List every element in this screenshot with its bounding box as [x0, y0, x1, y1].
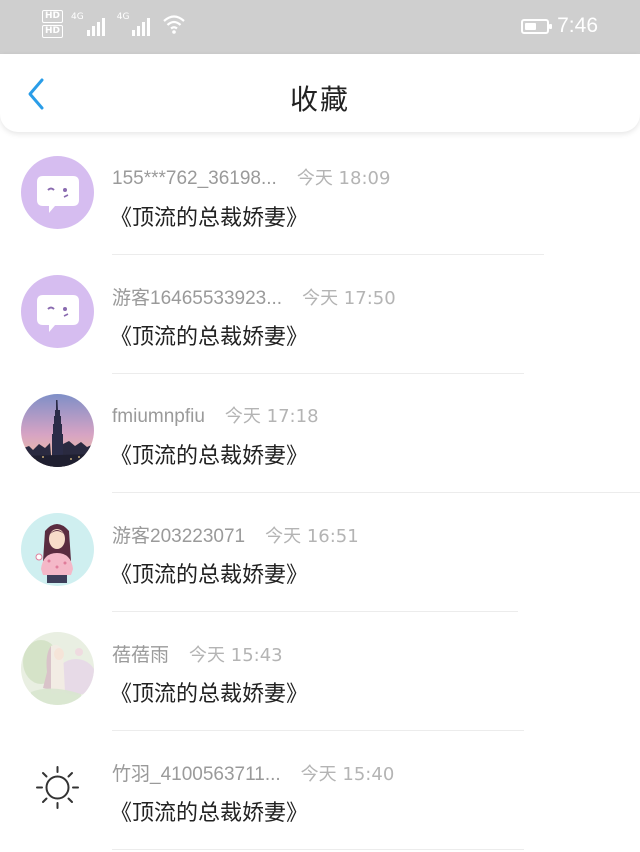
status-left: HD HD 4G 4G: [42, 10, 186, 38]
chat-bubble-avatar-icon: [21, 156, 94, 229]
book-title[interactable]: 《顶流的总裁娇妻》: [110, 557, 308, 589]
city-tower-avatar-icon: [21, 394, 94, 467]
user-name: fmiumnpfiu: [112, 406, 205, 427]
item-meta: 游客16465533923... 今天 17:50: [112, 283, 396, 310]
page-title: 收藏: [289, 83, 350, 116]
item-meta: fmiumnpfiu 今天 17:18: [112, 402, 319, 428]
avatar[interactable]: [21, 394, 94, 467]
chat-bubble-avatar-icon: [21, 275, 94, 348]
list-item[interactable]: 竹羽_4100563711... 今天 15:40 《顶流的总裁娇妻》: [0, 731, 640, 850]
user-name: 蓓蓓雨: [112, 645, 170, 666]
girl-illustration-avatar-icon: [21, 513, 94, 586]
status-bar: HD HD 4G 4G 7:46: [0, 0, 640, 54]
battery-level: [525, 22, 537, 30]
user-name: 游客203223071: [112, 526, 246, 547]
avatar[interactable]: [21, 275, 94, 348]
user-name: 155***762_36198...: [112, 168, 277, 189]
user-name: 竹羽_4100563711...: [112, 764, 281, 785]
hd-icon: HD HD: [42, 10, 64, 38]
item-time: 今天 16:51: [265, 526, 359, 547]
signal-label-2: 4G: [116, 12, 130, 22]
avatar[interactable]: [21, 632, 94, 705]
item-meta: 155***762_36198... 今天 18:09: [112, 164, 390, 190]
clock: 7:46: [557, 14, 598, 37]
watercolor-avatar-icon: [21, 632, 94, 705]
book-title[interactable]: 《顶流的总裁娇妻》: [110, 676, 308, 708]
list-item[interactable]: 155***762_36198... 今天 18:09 《顶流的总裁娇妻》: [0, 136, 640, 255]
item-meta: 游客203223071 今天 16:51: [112, 521, 359, 548]
item-time: 今天 17:50: [302, 288, 396, 309]
avatar[interactable]: [21, 751, 94, 824]
sun-icon: [21, 751, 94, 824]
avatar[interactable]: [21, 513, 94, 586]
item-time: 今天 15:40: [300, 764, 395, 785]
book-title[interactable]: 《顶流的总裁娇妻》: [110, 438, 308, 470]
list-item[interactable]: 蓓蓓雨 今天 15:43 《顶流的总裁娇妻》: [0, 612, 640, 731]
user-name: 游客16465533923...: [112, 288, 283, 309]
item-meta: 竹羽_4100563711... 今天 15:40: [112, 759, 394, 786]
book-title[interactable]: 《顶流的总裁娇妻》: [110, 795, 308, 827]
hd-label-1: HD: [42, 10, 64, 23]
favorites-list: 155***762_36198... 今天 18:09 《顶流的总裁娇妻》 游客…: [0, 136, 640, 850]
book-title[interactable]: 《顶流的总裁娇妻》: [110, 319, 308, 351]
battery-icon: [521, 18, 553, 34]
header-bar: 收藏: [0, 54, 640, 132]
item-time: 今天 15:43: [189, 645, 283, 666]
list-item[interactable]: fmiumnpfiu 今天 17:18 《顶流的总裁娇妻》: [0, 374, 640, 493]
item-time: 今天 18:09: [296, 168, 391, 189]
list-item[interactable]: 游客203223071 今天 16:51 《顶流的总裁娇妻》: [0, 493, 640, 612]
item-time: 今天 17:18: [224, 406, 319, 427]
book-title[interactable]: 《顶流的总裁娇妻》: [110, 200, 308, 232]
signal-icon: 4G: [71, 12, 105, 36]
item-meta: 蓓蓓雨 今天 15:43: [112, 640, 283, 667]
wifi-icon: [163, 15, 186, 34]
avatar[interactable]: [21, 156, 94, 229]
divider: [112, 849, 524, 850]
hd-label-2: HD: [42, 25, 64, 38]
signal-icon-2: 4G: [117, 12, 151, 36]
list-item[interactable]: 游客16465533923... 今天 17:50 《顶流的总裁娇妻》: [0, 255, 640, 374]
signal-label-1: 4G: [71, 12, 84, 22]
status-right: 7:46: [521, 14, 598, 38]
